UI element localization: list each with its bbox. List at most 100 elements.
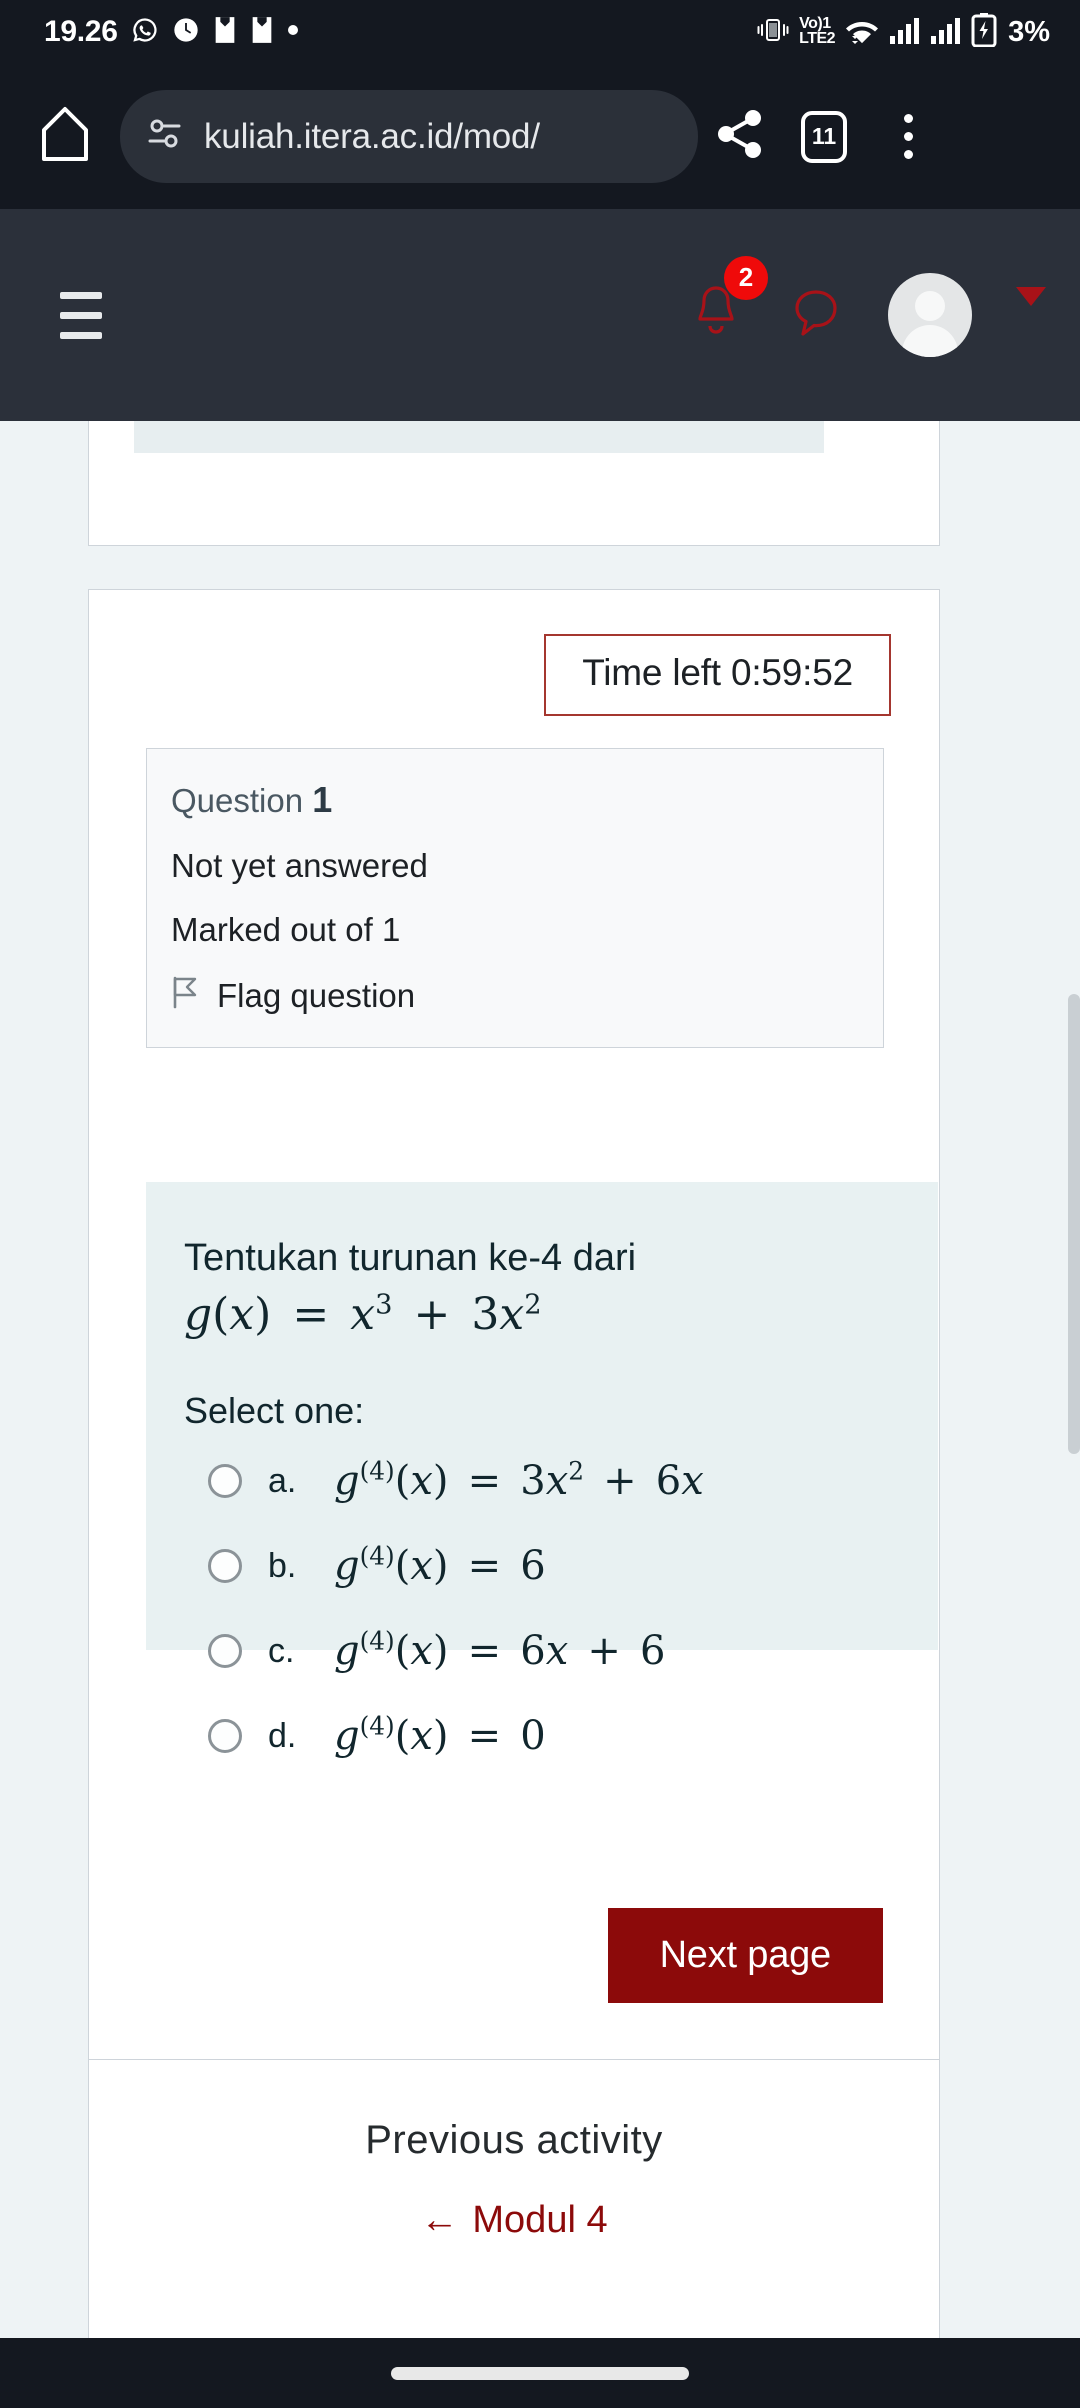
radio-option-d[interactable] — [208, 1719, 242, 1754]
volte-icon: Vo)1 LTE2 — [799, 16, 836, 47]
browser-menu-button[interactable] — [866, 114, 950, 159]
page-scrollbar[interactable] — [1068, 994, 1080, 1454]
option-formula-c: g(4)(x) = 6x + 6 — [334, 1626, 666, 1675]
tab-count: 11 — [801, 110, 847, 163]
moodle-navbar: 2 — [0, 209, 1080, 421]
flag-question-button[interactable]: Flag question — [171, 975, 883, 1017]
messages-button[interactable] — [788, 284, 844, 347]
android-navigation-bar — [0, 2338, 1080, 2408]
next-page-button[interactable]: Next page — [607, 1908, 883, 2003]
option-c-const: 6 — [640, 1628, 666, 1675]
question-number-label: Question 1 — [171, 779, 883, 821]
derivative-order-c: (4) — [359, 1626, 395, 1656]
derivative-order-b: (4) — [359, 1541, 395, 1571]
formula-pow-2: 2 — [524, 1288, 542, 1320]
answer-option-d[interactable]: d. g(4)(x) = 0 — [184, 1705, 938, 1768]
clock-icon — [172, 16, 200, 49]
option-letter-c: c. — [268, 1631, 295, 1670]
avatar[interactable] — [888, 273, 972, 357]
option-letter-d: d. — [268, 1716, 297, 1755]
status-clock: 19.26 — [44, 15, 118, 48]
chevron-down-icon — [1016, 287, 1046, 323]
home-button[interactable] — [34, 105, 96, 168]
browser-toolbar: kuliah.itera.ac.id/mod/ 11 — [0, 64, 1080, 209]
next-page-row: Next page — [89, 1908, 941, 2003]
answer-option-b[interactable]: b. g(4)(x) = 6 — [184, 1535, 938, 1598]
vibrate-icon — [756, 13, 790, 52]
page-content: Kuis Terstruktur Minggu ke-4 Time left 0… — [0, 421, 1080, 2338]
volte-label-bottom: LTE2 — [799, 30, 836, 47]
option-a-pow1: 2 — [568, 1456, 585, 1486]
radio-option-b[interactable] — [208, 1549, 242, 1584]
radio-option-a[interactable] — [208, 1464, 242, 1499]
quiz-attempt-card: Time left 0:59:52 Question 1 Not yet ans… — [88, 589, 940, 2060]
page-info-icon[interactable] — [146, 114, 186, 159]
answer-status: Not yet answered — [171, 847, 428, 884]
notifications-button[interactable]: 2 — [688, 255, 768, 349]
gesture-home-pill[interactable] — [391, 2366, 689, 2380]
answer-option-a[interactable]: a. g(4)(x) = 3x2 + 6x — [184, 1450, 938, 1513]
question-body: Tentukan turunan ke-4 dari g(x) = x3 + 3… — [146, 1182, 938, 1759]
question-info-panel: Question 1 Not yet answered Marked out o… — [146, 748, 884, 1048]
question-number: 1 — [312, 779, 333, 820]
arrow-left-icon: ← — [420, 2199, 459, 2241]
share-icon — [714, 107, 766, 166]
chat-bubble-icon — [788, 289, 844, 346]
previous-activity-link[interactable]: ← Modul 4 — [420, 2199, 607, 2242]
signal-bars-icon — [889, 15, 921, 50]
bell-icon — [688, 285, 744, 348]
battery-charging-icon — [971, 12, 997, 52]
url-text: kuliah.itera.ac.id/mod/ — [204, 116, 540, 156]
battery-percent: 3% — [1008, 15, 1050, 48]
phone-screen: 19.26 Vo)1 LTE2 3% kuliah.itera.ac.id/mo… — [0, 0, 1080, 2408]
flag-question-label: Flag question — [217, 977, 416, 1014]
answer-options: a. g(4)(x) = 3x2 + 6x b. g(4)(x) = 6 c. … — [184, 1450, 938, 1768]
answer-option-c[interactable]: c. g(4)(x) = 6x + 6 — [184, 1620, 938, 1683]
previous-activity-link-label: Modul 4 — [472, 2199, 608, 2241]
formula-pow-1: 3 — [375, 1288, 393, 1320]
status-bar-right: Vo)1 LTE2 3% — [756, 12, 1050, 52]
flag-icon — [171, 975, 201, 1017]
option-b-const: 6 — [520, 1543, 546, 1590]
timer-row: Time left 0:59:52 — [89, 590, 939, 716]
status-bar-left: 19.26 — [44, 15, 299, 49]
option-formula-d: g(4)(x) = 0 — [334, 1711, 546, 1760]
hamburger-menu-icon[interactable] — [60, 291, 102, 339]
option-a-coef1: 3 — [520, 1458, 546, 1505]
overflow-menu-icon — [903, 114, 913, 159]
option-formula-b: g(4)(x) = 6 — [334, 1541, 546, 1590]
option-letter-b: b. — [268, 1546, 297, 1585]
wifi-icon — [844, 15, 880, 50]
option-formula-a: g(4)(x) = 3x2 + 6x — [334, 1456, 704, 1505]
user-menu-toggle[interactable] — [1016, 287, 1046, 324]
radio-option-c[interactable] — [208, 1634, 242, 1669]
derivative-order-d: (4) — [359, 1711, 395, 1741]
message-icon — [250, 16, 274, 49]
option-c-coef1: 6 — [520, 1628, 546, 1675]
home-icon — [38, 105, 92, 168]
select-one-label: Select one: — [184, 1389, 365, 1431]
question-text: Tentukan turunan ke-4 dari — [184, 1237, 637, 1279]
quiz-title-band — [134, 421, 824, 453]
formula-coef-2: 3 — [471, 1288, 500, 1340]
option-letter-a: a. — [268, 1461, 297, 1500]
derivative-order-a: (4) — [359, 1456, 395, 1486]
tab-switcher-button[interactable]: 11 — [782, 110, 866, 163]
question-marks: Marked out of 1 — [171, 911, 401, 948]
question-formula: g(x) = x3 + 3x2 — [184, 1288, 542, 1340]
dot-icon — [287, 23, 299, 41]
signal-bars-icon — [930, 15, 962, 50]
notification-badge: 2 — [724, 255, 768, 300]
previous-activity-title: Previous activity — [365, 2118, 663, 2162]
activity-navigation-card: Previous activity ← Modul 4 — [88, 2060, 940, 2338]
avatar-body — [902, 325, 958, 357]
navbar-actions: 2 — [688, 255, 1050, 357]
share-button[interactable] — [698, 107, 782, 166]
whatsapp-icon — [131, 16, 159, 49]
url-bar[interactable]: kuliah.itera.ac.id/mod/ — [120, 90, 698, 183]
avatar-head — [915, 291, 945, 321]
quiz-header-card: Kuis Terstruktur Minggu ke-4 — [88, 421, 940, 546]
option-d-const: 0 — [520, 1713, 546, 1760]
question-number-prefix: Question — [171, 782, 304, 819]
option-a-coef2: 6 — [655, 1458, 682, 1505]
